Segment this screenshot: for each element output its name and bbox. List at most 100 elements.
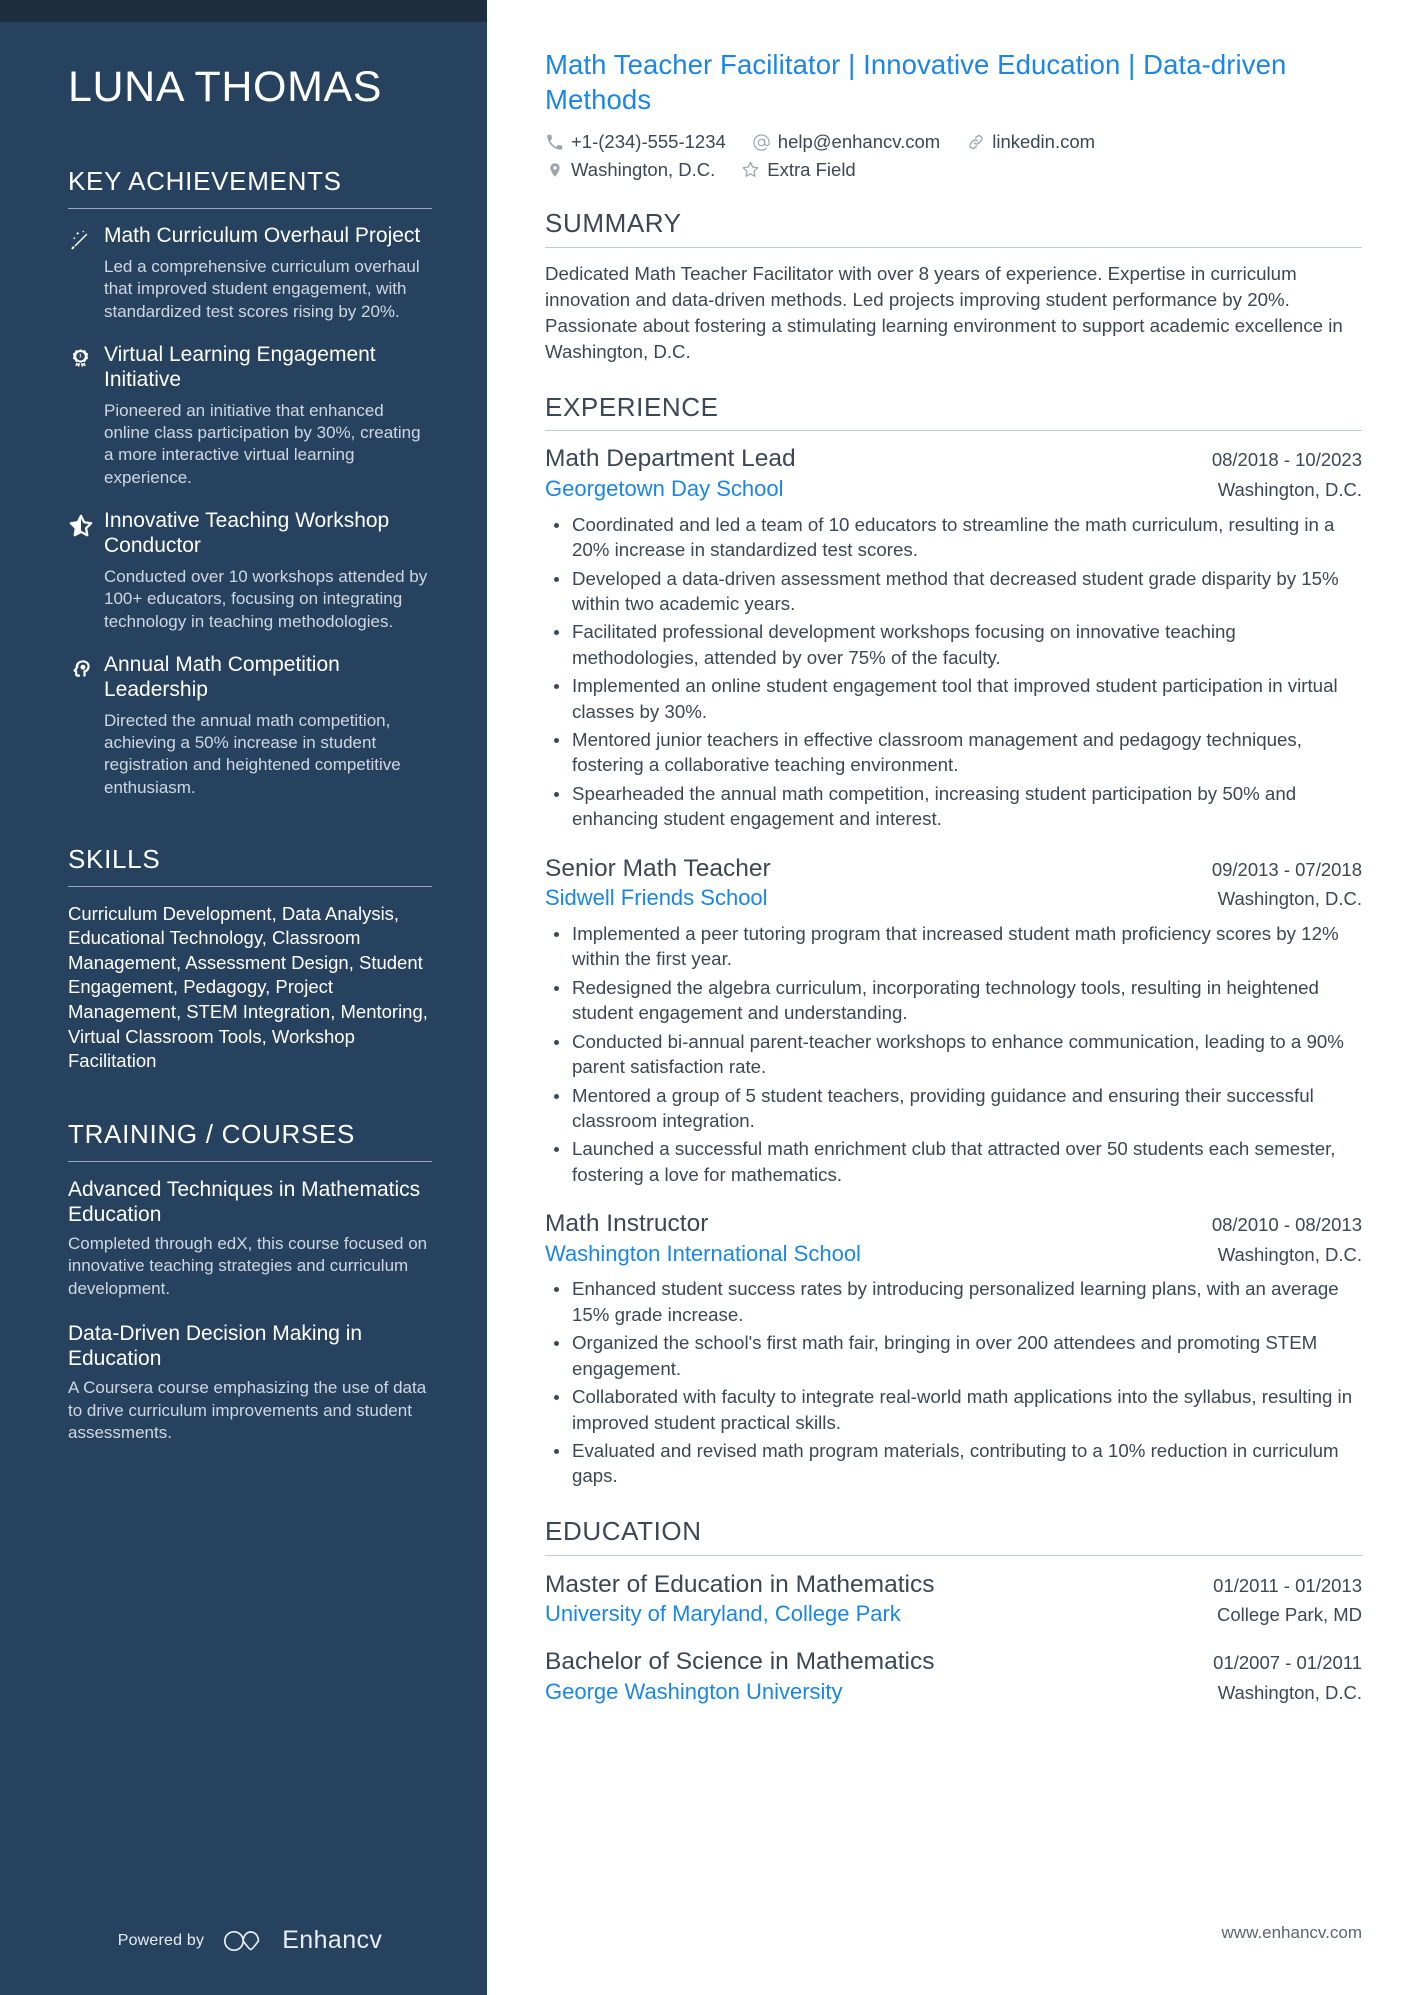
star-outline-icon bbox=[741, 160, 760, 179]
achievement-description: Conducted over 10 workshops attended by … bbox=[104, 566, 428, 631]
training-courses-section: TRAINING / COURSES Advanced Techniques i… bbox=[68, 1118, 432, 1444]
contact-extra-value: Extra Field bbox=[767, 158, 856, 180]
job-bullet: Enhanced student success rates by introd… bbox=[545, 1276, 1362, 1327]
contact-email[interactable]: help@enhancv.com bbox=[752, 131, 940, 153]
map-pin-icon bbox=[545, 160, 564, 179]
section-divider bbox=[68, 885, 432, 887]
experience-entry-header: Math Instructor 08/2010 - 08/2013 bbox=[545, 1209, 1362, 1240]
candidate-headline: Math Teacher Facilitator | Innovative Ed… bbox=[545, 49, 1287, 116]
phone-icon bbox=[545, 133, 564, 152]
education-entry-subheader: George Washington University Washington,… bbox=[545, 1678, 1362, 1707]
job-bullet: Mentored junior teachers in effective cl… bbox=[545, 727, 1362, 778]
sidebar-content: LUNA THOMAS KEY ACHIEVEMENTS Math Curric… bbox=[0, 22, 487, 1995]
job-bullet: Organized the school's first math fair, … bbox=[545, 1330, 1362, 1381]
education-entry-header: Bachelor of Science in Mathematics 01/20… bbox=[545, 1647, 1362, 1678]
degree-title: Bachelor of Science in Mathematics bbox=[545, 1647, 935, 1675]
contact-row-primary: +1-(234)-555-1234 help@enhancv.com linke… bbox=[545, 131, 1362, 153]
achievement-item: Innovative Teaching Workshop Conductor C… bbox=[68, 509, 432, 633]
contact-info: +1-(234)-555-1234 help@enhancv.com linke… bbox=[545, 131, 1362, 180]
job-bullets: Coordinated and led a team of 10 educato… bbox=[545, 512, 1362, 832]
job-dates: 08/2018 - 10/2023 bbox=[1211, 449, 1362, 471]
job-title: Senior Math Teacher bbox=[545, 854, 771, 882]
course-description: Completed through edX, this course focus… bbox=[68, 1234, 428, 1298]
job-bullet: Coordinated and led a team of 10 educato… bbox=[545, 512, 1362, 563]
head-brain-icon bbox=[68, 653, 104, 682]
employer-name[interactable]: Washington International School bbox=[545, 1240, 861, 1269]
achievement-description: Led a comprehensive curriculum overhaul … bbox=[104, 257, 420, 321]
school-location: Washington, D.C. bbox=[1217, 1681, 1362, 1703]
school-name[interactable]: George Washington University bbox=[545, 1678, 843, 1707]
award-medal-icon bbox=[68, 343, 104, 372]
section-divider bbox=[68, 208, 432, 210]
experience-section: EXPERIENCE Math Department Lead 08/2018 … bbox=[545, 391, 1362, 1489]
contact-website-value: linkedin.com bbox=[992, 131, 1096, 153]
sidebar-top-accent-bar bbox=[0, 0, 487, 22]
achievement-description: Pioneered an initiative that enhanced on… bbox=[104, 400, 421, 487]
job-bullet: Developed a data-driven assessment metho… bbox=[545, 566, 1362, 617]
contact-website[interactable]: linkedin.com bbox=[966, 131, 1095, 153]
experience-entry: Math Department Lead 08/2018 - 10/2023 G… bbox=[545, 431, 1362, 831]
powered-by-label: Powered by bbox=[117, 1931, 205, 1949]
job-bullet: Facilitated professional development wor… bbox=[545, 619, 1362, 670]
section-divider bbox=[68, 1160, 432, 1162]
course-item: Data-Driven Decision Making in Education… bbox=[68, 1321, 432, 1444]
experience-entry: Senior Math Teacher 09/2013 - 07/2018 Si… bbox=[545, 835, 1362, 1187]
job-title: Math Instructor bbox=[545, 1210, 709, 1238]
job-bullet: Collaborated with faculty to integrate r… bbox=[545, 1384, 1362, 1435]
skills-section: SKILLS Curriculum Development, Data Anal… bbox=[68, 843, 432, 1074]
achievement-body: Virtual Learning Engagement Initiative P… bbox=[104, 343, 432, 489]
skills-heading: SKILLS bbox=[68, 843, 161, 874]
job-dates: 08/2010 - 08/2013 bbox=[1211, 1214, 1362, 1236]
job-location: Washington, D.C. bbox=[1217, 1243, 1362, 1265]
employer-name[interactable]: Sidwell Friends School bbox=[545, 884, 768, 913]
magic-wand-icon bbox=[68, 224, 104, 253]
degree-dates: 01/2007 - 01/2011 bbox=[1213, 1651, 1362, 1673]
job-bullet: Implemented an online student engagement… bbox=[545, 673, 1362, 724]
achievement-title: Innovative Teaching Workshop Conductor bbox=[104, 509, 390, 557]
job-bullet: Implemented a peer tutoring program that… bbox=[545, 921, 1362, 972]
achievement-body: Math Curriculum Overhaul Project Led a c… bbox=[104, 224, 432, 323]
job-bullets: Implemented a peer tutoring program that… bbox=[545, 921, 1362, 1187]
course-title: Data-Driven Decision Making in Education bbox=[68, 1321, 363, 1371]
job-bullet: Redesigned the algebra curriculum, incor… bbox=[545, 975, 1362, 1026]
enhancv-logo: Enhancv bbox=[222, 1926, 382, 1955]
school-location: College Park, MD bbox=[1217, 1604, 1362, 1626]
candidate-name: LUNA THOMAS bbox=[68, 63, 383, 111]
resume-page: LUNA THOMAS KEY ACHIEVEMENTS Math Curric… bbox=[0, 0, 1410, 1995]
achievement-item: Math Curriculum Overhaul Project Led a c… bbox=[68, 224, 432, 323]
school-name[interactable]: University of Maryland, College Park bbox=[545, 1600, 901, 1629]
job-bullet: Conducted bi-annual parent-teacher works… bbox=[545, 1029, 1362, 1080]
education-entry: Master of Education in Mathematics 01/20… bbox=[545, 1556, 1362, 1629]
job-bullet: Spearheaded the annual math competition,… bbox=[545, 781, 1362, 832]
achievement-body: Innovative Teaching Workshop Conductor C… bbox=[104, 509, 432, 633]
contact-phone-value: +1-(234)-555-1234 bbox=[571, 131, 726, 153]
contact-extra-field: Extra Field bbox=[741, 158, 856, 181]
degree-title: Master of Education in Mathematics bbox=[545, 1570, 935, 1598]
experience-entry-subheader: Georgetown Day School Washington, D.C. bbox=[545, 475, 1362, 504]
contact-row-secondary: Washington, D.C. Extra Field bbox=[545, 159, 1362, 181]
achievement-item: Virtual Learning Engagement Initiative P… bbox=[68, 343, 432, 489]
sidebar: LUNA THOMAS KEY ACHIEVEMENTS Math Curric… bbox=[0, 0, 487, 1995]
sidebar-footer: Powered by Enhancv bbox=[68, 1926, 432, 1995]
employer-name[interactable]: Georgetown Day School bbox=[545, 475, 783, 504]
contact-email-value: help@enhancv.com bbox=[777, 131, 941, 153]
training-courses-heading: TRAINING / COURSES bbox=[68, 1118, 356, 1149]
main-content: Math Teacher Facilitator | Innovative Ed… bbox=[487, 0, 1410, 1995]
experience-entry-header: Senior Math Teacher 09/2013 - 07/2018 bbox=[545, 854, 1362, 885]
job-title: Math Department Lead bbox=[545, 445, 796, 473]
job-bullet: Mentored a group of 5 student teachers, … bbox=[545, 1083, 1362, 1134]
achievement-description: Directed the annual math competition, ac… bbox=[104, 710, 401, 797]
summary-section: SUMMARY Dedicated Math Teacher Facilitat… bbox=[545, 208, 1362, 365]
experience-heading: EXPERIENCE bbox=[545, 391, 719, 422]
contact-phone[interactable]: +1-(234)-555-1234 bbox=[545, 131, 726, 153]
education-section: EDUCATION Master of Education in Mathema… bbox=[545, 1515, 1362, 1707]
experience-entry-subheader: Sidwell Friends School Washington, D.C. bbox=[545, 884, 1362, 913]
education-entry-subheader: University of Maryland, College Park Col… bbox=[545, 1600, 1362, 1629]
degree-dates: 01/2011 - 01/2013 bbox=[1213, 1574, 1362, 1596]
achievement-body: Annual Math Competition Leadership Direc… bbox=[104, 653, 432, 799]
job-location: Washington, D.C. bbox=[1217, 479, 1362, 501]
job-bullets: Enhanced student success rates by introd… bbox=[545, 1276, 1362, 1488]
half-star-icon bbox=[68, 509, 104, 539]
course-title: Advanced Techniques in Mathematics Educa… bbox=[68, 1177, 421, 1226]
education-heading: EDUCATION bbox=[545, 1515, 702, 1546]
